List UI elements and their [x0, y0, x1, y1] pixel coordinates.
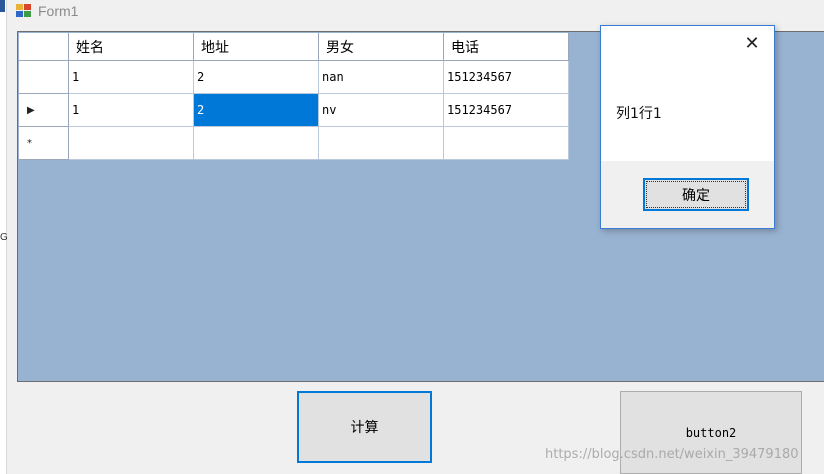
table-row: ▶ 1 2 nv 151234567: [19, 94, 569, 127]
window-title: Form1: [38, 3, 79, 19]
data-grid: 姓名 地址 男女 电话 1 2 nan 151234567 ▶ 1 2 nv 1…: [19, 33, 569, 160]
title-bar[interactable]: Form1: [16, 0, 78, 22]
background-window-mark: [0, 0, 5, 12]
background-window-edge: G: [0, 0, 8, 474]
column-header-gender[interactable]: 男女: [319, 33, 444, 61]
table-cell[interactable]: 151234567: [444, 61, 569, 94]
message-box-dialog: ✕ 列1行1 确定: [600, 25, 775, 229]
new-row: *: [19, 127, 569, 160]
table-cell[interactable]: 1: [69, 94, 194, 127]
current-row-indicator[interactable]: ▶: [19, 94, 69, 127]
grid-top-left-corner[interactable]: [19, 33, 69, 61]
table-cell[interactable]: [69, 127, 194, 160]
column-header-phone[interactable]: 电话: [444, 33, 569, 61]
table-cell[interactable]: 151234567: [444, 94, 569, 127]
row-header[interactable]: [19, 61, 69, 94]
dialog-footer: 确定: [601, 161, 774, 228]
table-cell[interactable]: [444, 127, 569, 160]
close-icon[interactable]: ✕: [744, 35, 760, 53]
ok-button[interactable]: 确定: [643, 178, 749, 211]
table-cell[interactable]: nv: [319, 94, 444, 127]
table-cell[interactable]: 2: [194, 61, 319, 94]
form-window: G Form1 姓名 地址 男女 电话 1 2 nan 151234567 ▶ …: [0, 0, 824, 474]
table-cell[interactable]: 1: [69, 61, 194, 94]
column-header-name[interactable]: 姓名: [69, 33, 194, 61]
table-cell[interactable]: nan: [319, 61, 444, 94]
grid-header-row: 姓名 地址 男女 电话: [19, 33, 569, 61]
table-row: 1 2 nan 151234567: [19, 61, 569, 94]
background-window-letter: G: [0, 232, 8, 243]
dialog-message: 列1行1: [616, 106, 662, 122]
new-row-indicator[interactable]: *: [19, 127, 69, 160]
table-cell[interactable]: [319, 127, 444, 160]
app-icon: [16, 4, 32, 18]
calculate-button[interactable]: 计算: [297, 391, 432, 463]
column-header-address[interactable]: 地址: [194, 33, 319, 61]
table-cell[interactable]: [194, 127, 319, 160]
watermark-text: https://blog.csdn.net/weixin_39479180: [545, 447, 799, 462]
table-cell-selected[interactable]: 2: [194, 94, 319, 127]
